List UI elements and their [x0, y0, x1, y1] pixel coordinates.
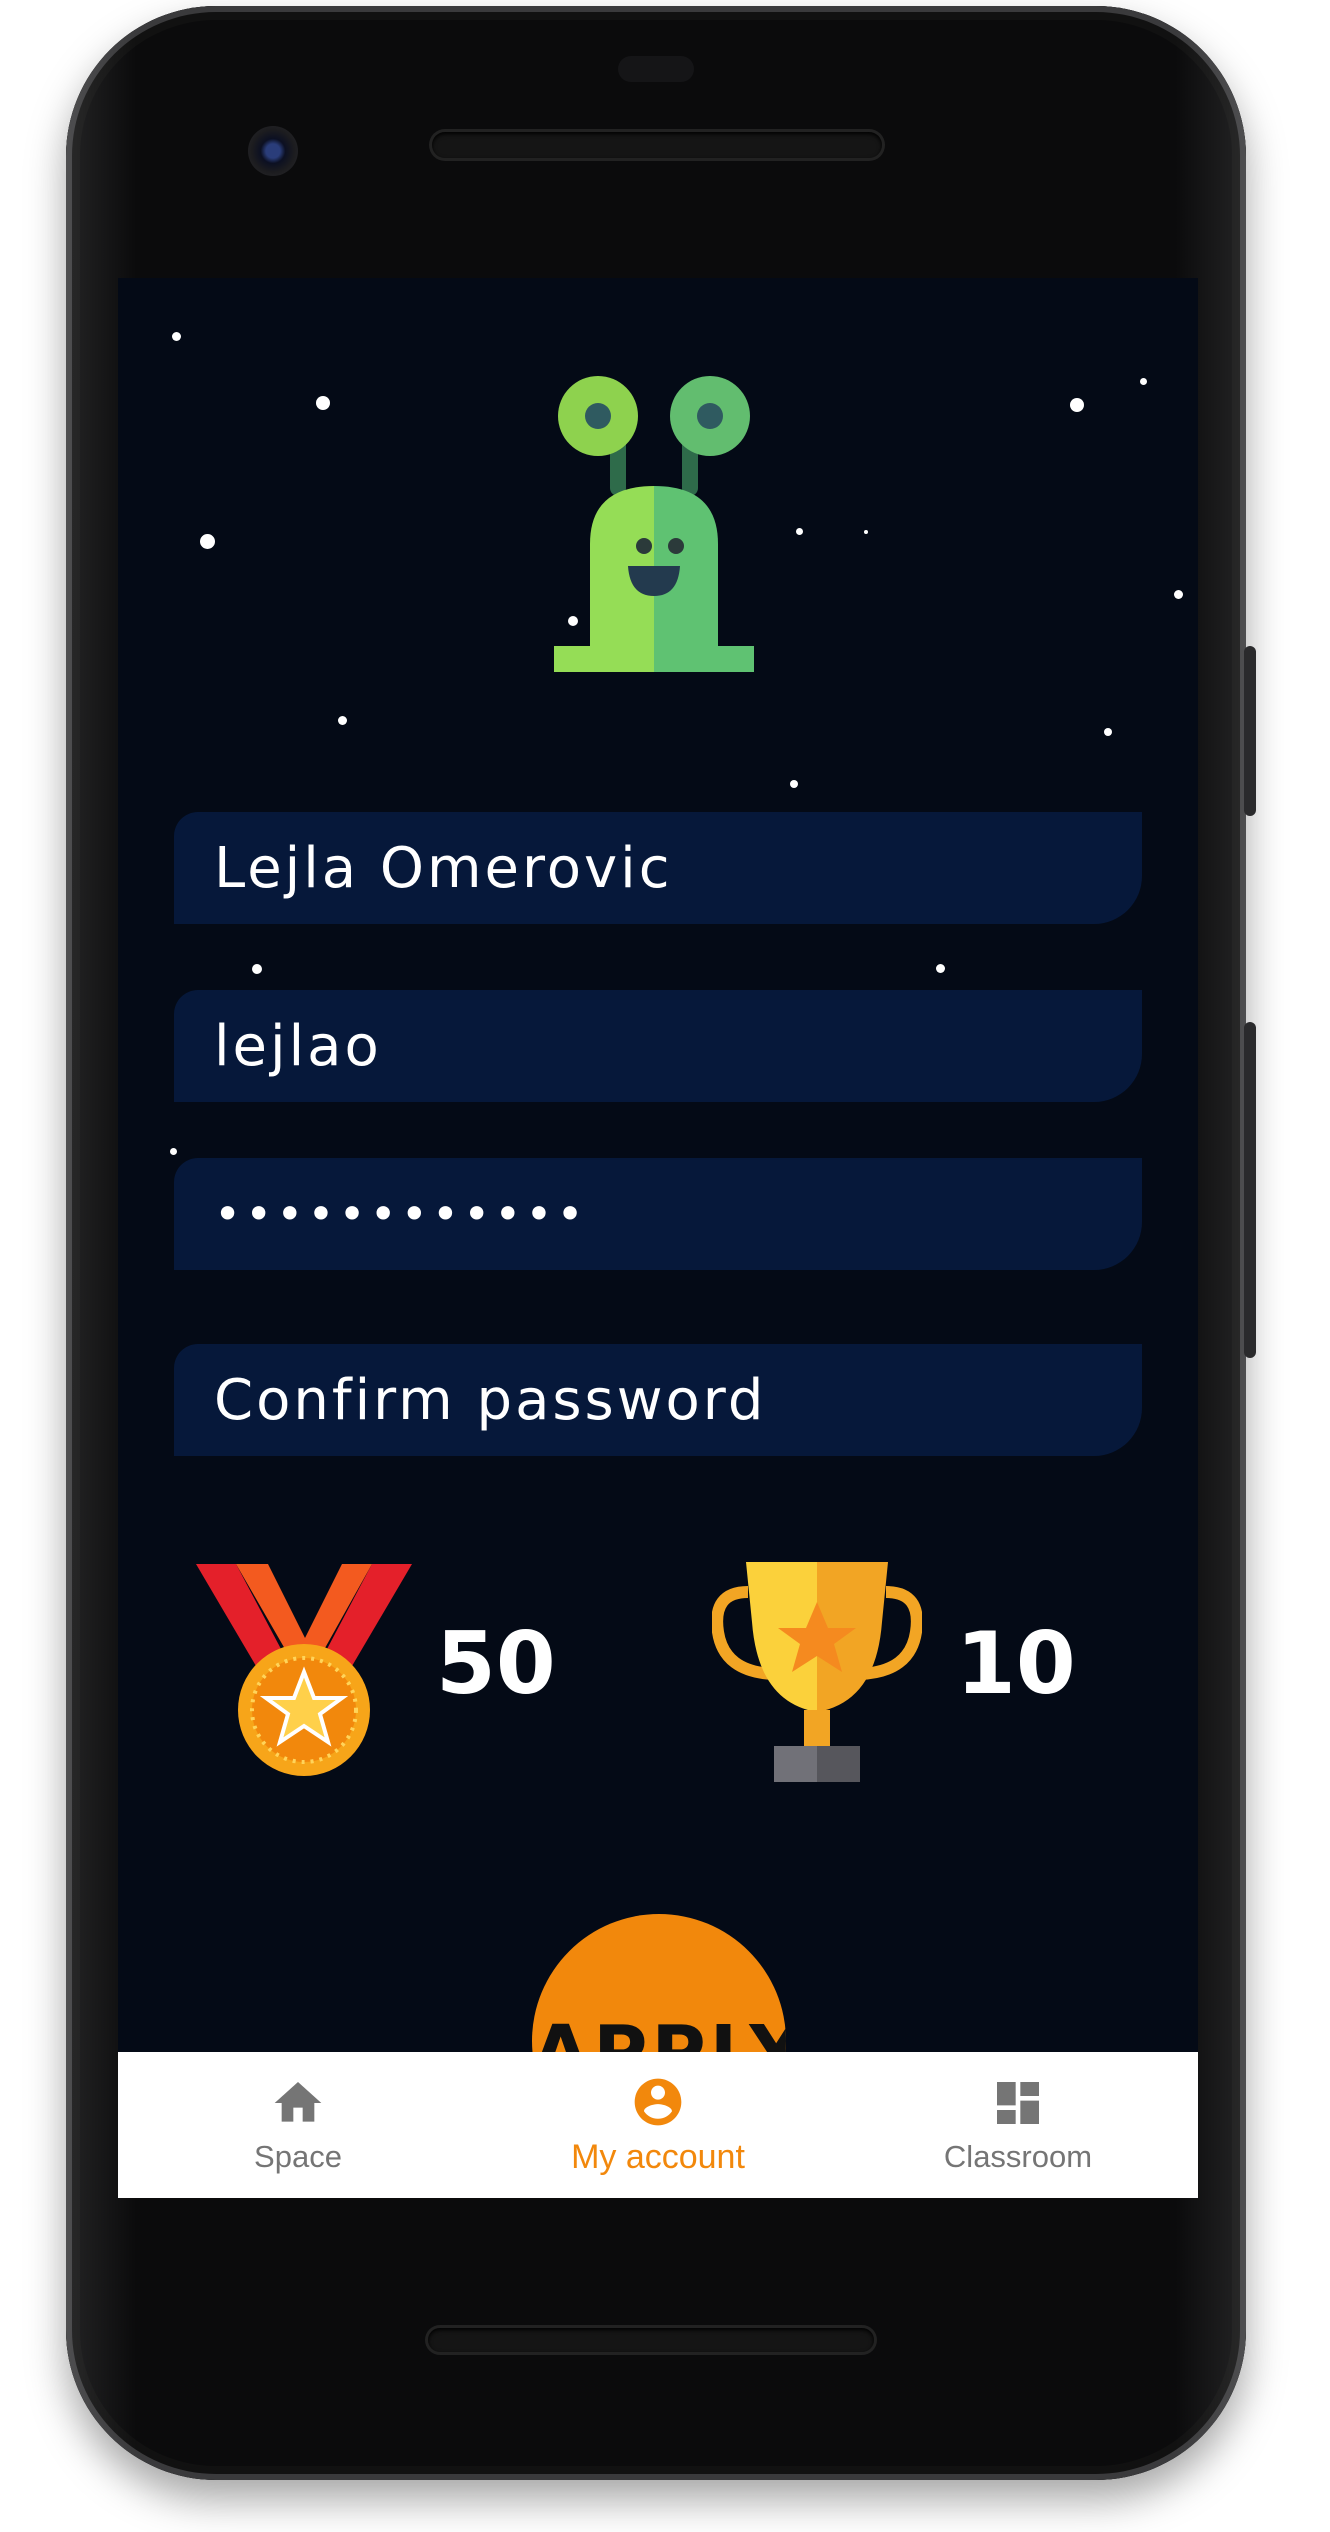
alien-avatar-icon[interactable] — [554, 374, 754, 686]
proximity-sensor — [618, 56, 694, 82]
star — [796, 528, 803, 535]
nav-label-my-account: My account — [571, 2137, 745, 2176]
account-circle-icon — [634, 2078, 682, 2125]
nav-item-my-account[interactable]: My account — [478, 2052, 838, 2198]
confirm-password-placeholder: Confirm password — [214, 1367, 767, 1433]
star — [1140, 378, 1147, 385]
app-screen: Lejla Omerovic lejlao •••••••••••• Confi… — [118, 278, 1198, 2198]
name-field-value: Lejla Omerovic — [214, 835, 673, 901]
medal-icon — [196, 1564, 412, 1776]
bottom-speaker — [428, 2328, 874, 2352]
trophy-icon — [712, 1562, 922, 1782]
star — [1104, 728, 1112, 736]
star — [316, 396, 330, 410]
star — [1174, 590, 1183, 599]
name-field[interactable]: Lejla Omerovic — [174, 812, 1142, 924]
front-camera — [248, 126, 298, 176]
star — [790, 780, 798, 788]
star — [200, 534, 215, 549]
bottom-navigation: Space My account Classroom — [118, 2052, 1198, 2198]
volume-button — [1244, 1022, 1256, 1358]
nav-item-classroom[interactable]: Classroom — [838, 2052, 1198, 2198]
star — [338, 716, 347, 725]
password-field-value: •••••••••••• — [214, 1187, 588, 1241]
power-button — [1244, 646, 1256, 816]
top-speaker — [432, 132, 882, 158]
medal-count: 50 — [436, 1614, 556, 1714]
nav-label-classroom: Classroom — [943, 2139, 1093, 2174]
username-field-value: lejlao — [214, 1013, 382, 1079]
star — [864, 530, 868, 534]
username-field[interactable]: lejlao — [174, 990, 1142, 1102]
trophy-count: 10 — [956, 1614, 1076, 1714]
dashboard-icon — [997, 2082, 1039, 2124]
nav-item-space[interactable]: Space — [118, 2052, 478, 2198]
password-field[interactable]: •••••••••••• — [174, 1158, 1142, 1270]
star — [1070, 398, 1084, 412]
home-icon — [274, 2082, 322, 2122]
nav-label-space: Space — [254, 2139, 342, 2174]
star — [172, 332, 181, 341]
star — [936, 964, 945, 973]
confirm-password-field[interactable]: Confirm password — [174, 1344, 1142, 1456]
star — [170, 1148, 177, 1155]
star — [252, 964, 262, 974]
